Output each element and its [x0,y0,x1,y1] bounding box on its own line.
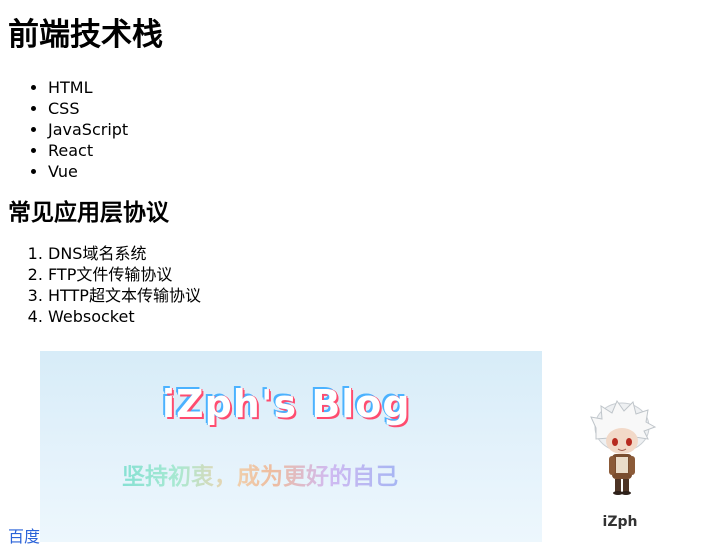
blog-banner-image[interactable]: iZph's Blog 坚持初衷，成为更好的自己 [40,351,542,542]
list-item: DNS域名系统 [48,243,714,264]
tech-stack-list: HTML CSS JavaScript React Vue [8,77,714,182]
list-item: JavaScript [48,119,714,140]
page-title: 前端技术栈 [8,17,163,53]
list-item: FTP文件传输协议 [48,264,714,285]
protocols-heading: 常见应用层协议 [8,200,169,226]
baidu-link[interactable]: 百度 [8,527,40,547]
avatar [590,399,657,495]
profile-name: iZph [602,514,638,530]
list-item: Vue [48,161,714,182]
page: 前端技术栈 HTML CSS JavaScript React Vue 常见应用… [0,0,722,557]
list-item: HTTP超文本传输协议 [48,285,714,306]
protocols-list: DNS域名系统 FTP文件传输协议 HTTP超文本传输协议 Websocket [8,243,714,327]
profile-card[interactable]: iZph [580,399,660,539]
banner-subtitle: 坚持初衷，成为更好的自己 [122,457,398,491]
list-item: CSS [48,98,714,119]
banner-title: iZph's Blog [162,382,411,426]
list-item: React [48,140,714,161]
bottom-row: 百度 iZph's Blog 坚持初衷，成为更好的自己 iZph [8,351,714,546]
list-item: Websocket [48,306,714,327]
list-item: HTML [48,77,714,98]
